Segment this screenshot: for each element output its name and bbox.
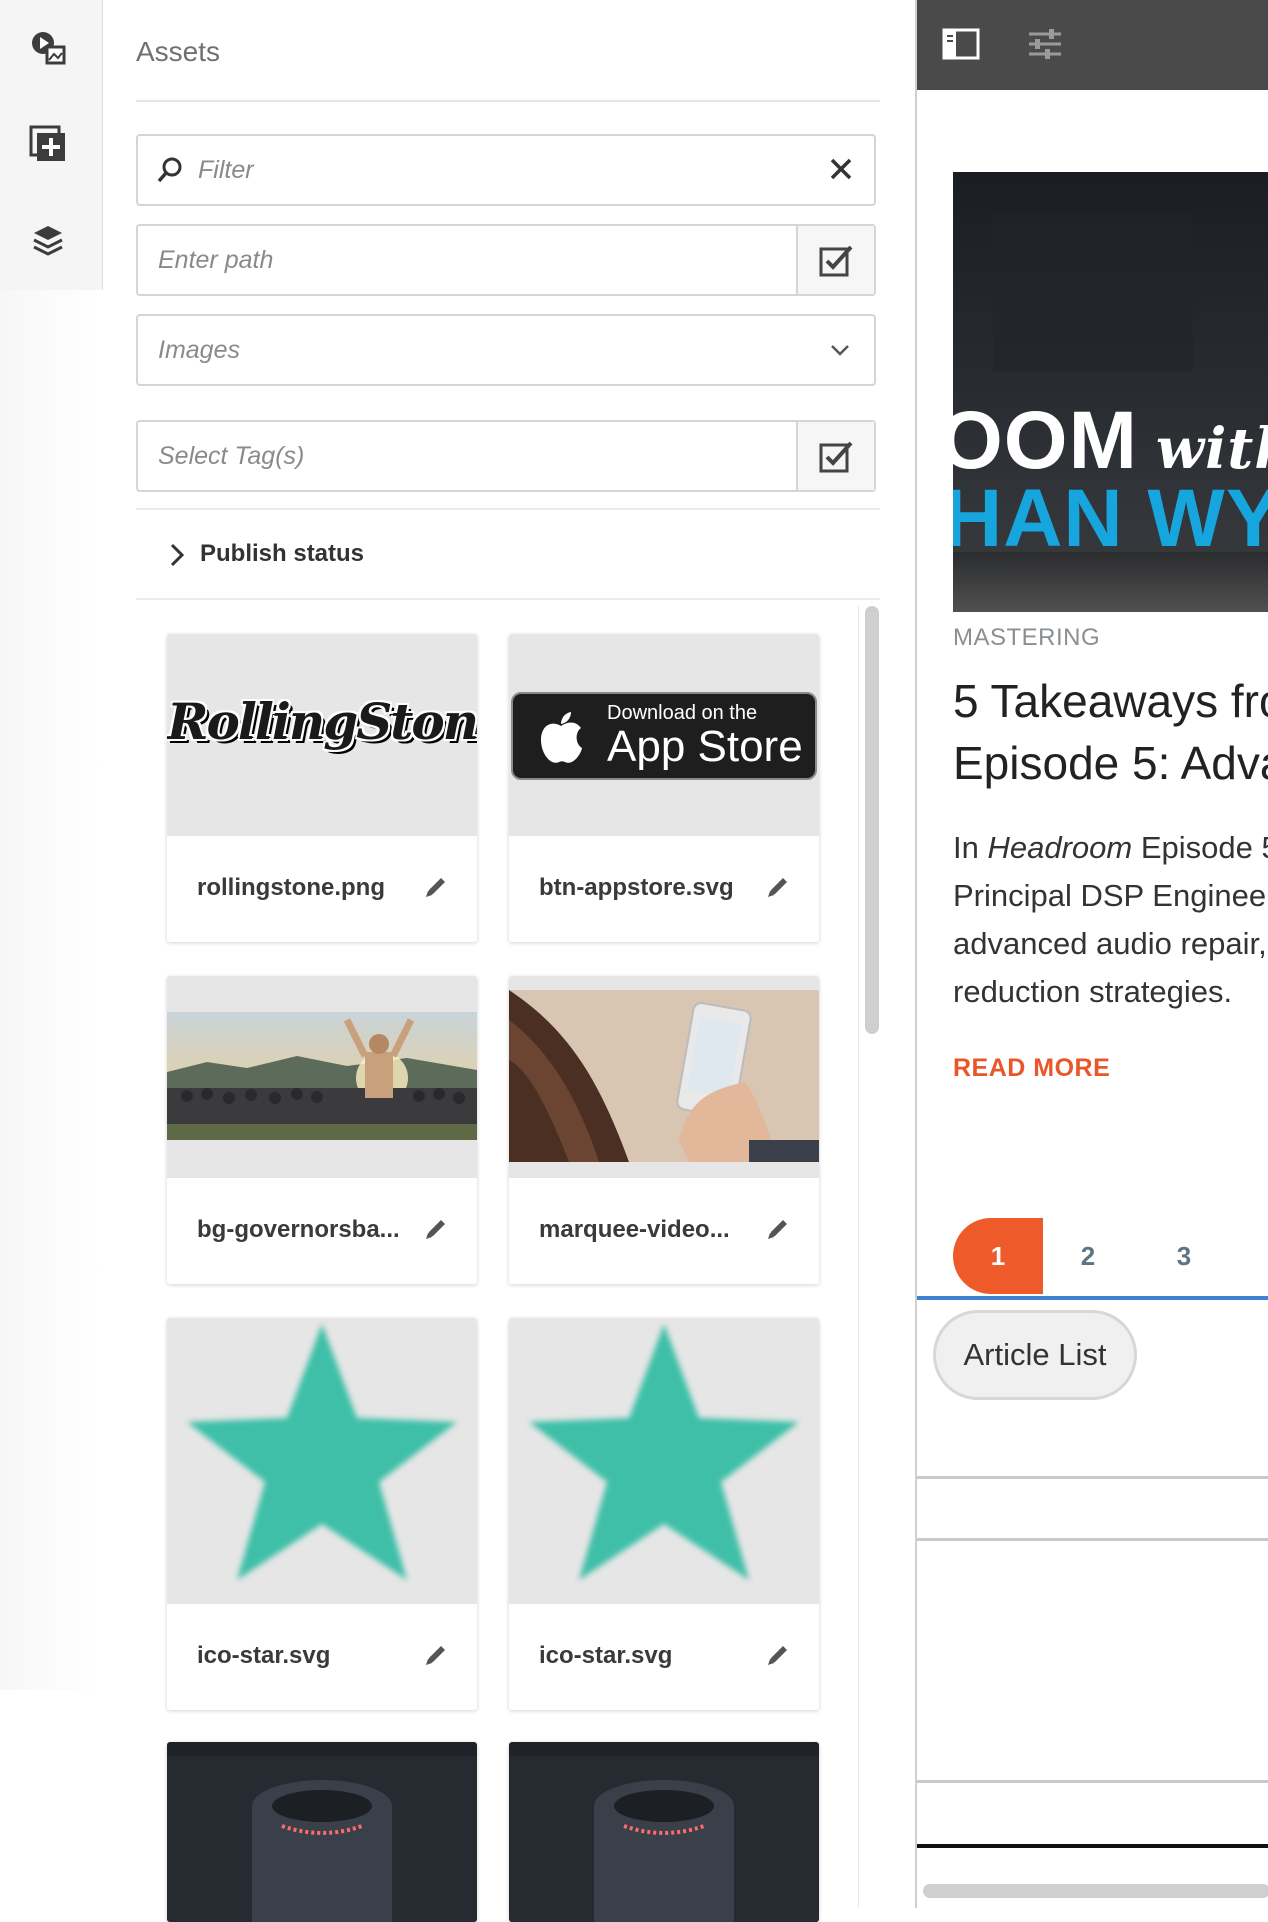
phone-hand-image [509,990,819,1162]
page-2-button[interactable]: 2 [1043,1218,1133,1294]
divider [917,1844,1268,1848]
speaker-image [509,1756,819,1922]
excerpt-text: Episode 5 [1132,830,1268,865]
edit-pencil-icon[interactable] [423,874,449,900]
article-hero-image: OOMwith HAN WY [953,172,1268,612]
star-icon [187,1324,457,1580]
side-rail [0,0,103,290]
side-panel-toggle-icon[interactable] [941,24,981,64]
hero-mixing-desk [953,552,1268,612]
edit-pencil-icon[interactable] [765,1642,791,1668]
asset-name: ico-star.svg [197,1642,331,1669]
asset-card[interactable]: ico-star.svg [167,1318,477,1710]
panel-divider [136,100,880,102]
path-field[interactable]: Enter path [136,224,876,296]
asset-card[interactable]: RollingStone rollingstone.png [167,634,477,942]
excerpt-line: Principal DSP Engineer [953,878,1268,913]
edit-pencil-icon[interactable] [423,1216,449,1242]
page-1-button[interactable]: 1 [953,1218,1043,1294]
page-3-button[interactable]: 3 [1139,1218,1229,1294]
asset-thumbnail [509,1742,819,1922]
checkbox-select-icon [819,245,853,277]
horizontal-scrollbar[interactable] [923,1884,1268,1898]
asset-card[interactable]: bg-governorsba... [167,976,477,1284]
asset-card[interactable] [509,1742,819,1922]
filter-input[interactable]: Filter [198,136,254,204]
asset-thumbnail [509,976,819,1178]
appstore-badge: Download on the App Store [511,692,817,780]
excerpt-line: advanced audio repair, [953,926,1267,961]
asset-thumbnail [167,1318,477,1604]
speaker-image [167,1756,477,1922]
asset-name: ico-star.svg [539,1642,673,1669]
hero-speaker-shape [993,212,1193,372]
content-tree-icon[interactable] [28,220,68,260]
article-list-component-label[interactable]: Article List [933,1310,1137,1400]
filter-field[interactable]: Filter [136,134,876,206]
tags-field[interactable]: Select Tag(s) [136,420,876,492]
search-icon [157,157,182,183]
assets-panel: Assets Filter Enter path Images Select T… [103,0,915,1922]
rail-background [0,290,102,1690]
publish-status-toggle[interactable]: Publish status [136,508,880,600]
divider [917,1780,1268,1783]
asset-name: btn-appstore.svg [539,874,734,901]
apple-icon [541,712,582,763]
add-component-icon[interactable] [28,124,68,164]
chevron-down-icon [831,345,849,356]
article-headline[interactable]: 5 Takeaways fro Episode 5: Adva [953,670,1268,794]
edit-pencil-icon[interactable] [765,1216,791,1242]
publish-status-label: Publish status [200,540,365,567]
tags-browse-button[interactable] [796,422,874,490]
asset-thumbnail [167,976,477,1178]
asset-type-select[interactable]: Images [136,314,876,386]
article-category: MASTERING [953,624,1101,651]
headline-line: Episode 5: Adva [953,737,1268,789]
clear-filter-icon[interactable] [826,154,856,184]
excerpt-line: reduction strategies. [953,974,1233,1009]
asset-name: marquee-video... [539,1216,730,1243]
asset-type-value: Images [158,336,240,364]
pagination-underline [917,1296,1268,1300]
excerpt-text: In [953,830,988,865]
asset-name: bg-governorsba... [197,1216,400,1243]
properties-sliders-icon[interactable] [1025,24,1065,64]
asset-thumbnail: RollingStone [167,634,477,836]
article-excerpt: In Headroom Episode 5 Principal DSP Engi… [953,824,1268,1016]
checkbox-select-icon [819,441,853,473]
asset-card[interactable]: ico-star.svg [509,1318,819,1710]
path-browse-button[interactable] [796,226,874,294]
editor-toolbar [917,0,1268,90]
star-icon [529,1324,799,1580]
asset-finder-icon[interactable] [28,28,68,68]
page-preview: OOMwith HAN WY MASTERING 5 Takeaways fro… [915,0,1268,1908]
scrollbar-thumb[interactable] [865,606,879,1034]
panel-title: Assets [136,36,221,67]
divider [917,1476,1268,1479]
asset-card[interactable] [167,1742,477,1922]
divider [917,1538,1268,1541]
path-input[interactable]: Enter path [158,226,273,294]
festival-crowd-image [167,1012,477,1140]
read-more-link[interactable]: READ MORE [953,1054,1110,1083]
asset-thumbnail: Download on the App Store [509,634,819,836]
asset-card[interactable]: marquee-video... [509,976,819,1284]
chevron-right-icon [170,543,185,567]
asset-name: rollingstone.png [197,874,385,901]
edit-pencil-icon[interactable] [423,1642,449,1668]
headline-line: 5 Takeaways fro [953,675,1268,727]
assets-scrollbar[interactable] [858,606,881,1908]
excerpt-emphasis: Headroom [987,830,1133,865]
asset-thumbnail [509,1318,819,1604]
appstore-big-text: App Store [607,722,803,771]
asset-card[interactable]: Download on the App Store btn-appstore.s… [509,634,819,942]
excerpt-line: In Headroom Episode 5 [953,824,1268,872]
edit-pencil-icon[interactable] [765,874,791,900]
asset-thumbnail [167,1742,477,1922]
tags-input[interactable]: Select Tag(s) [158,422,304,490]
rollingstone-logo: RollingStone [167,692,477,751]
